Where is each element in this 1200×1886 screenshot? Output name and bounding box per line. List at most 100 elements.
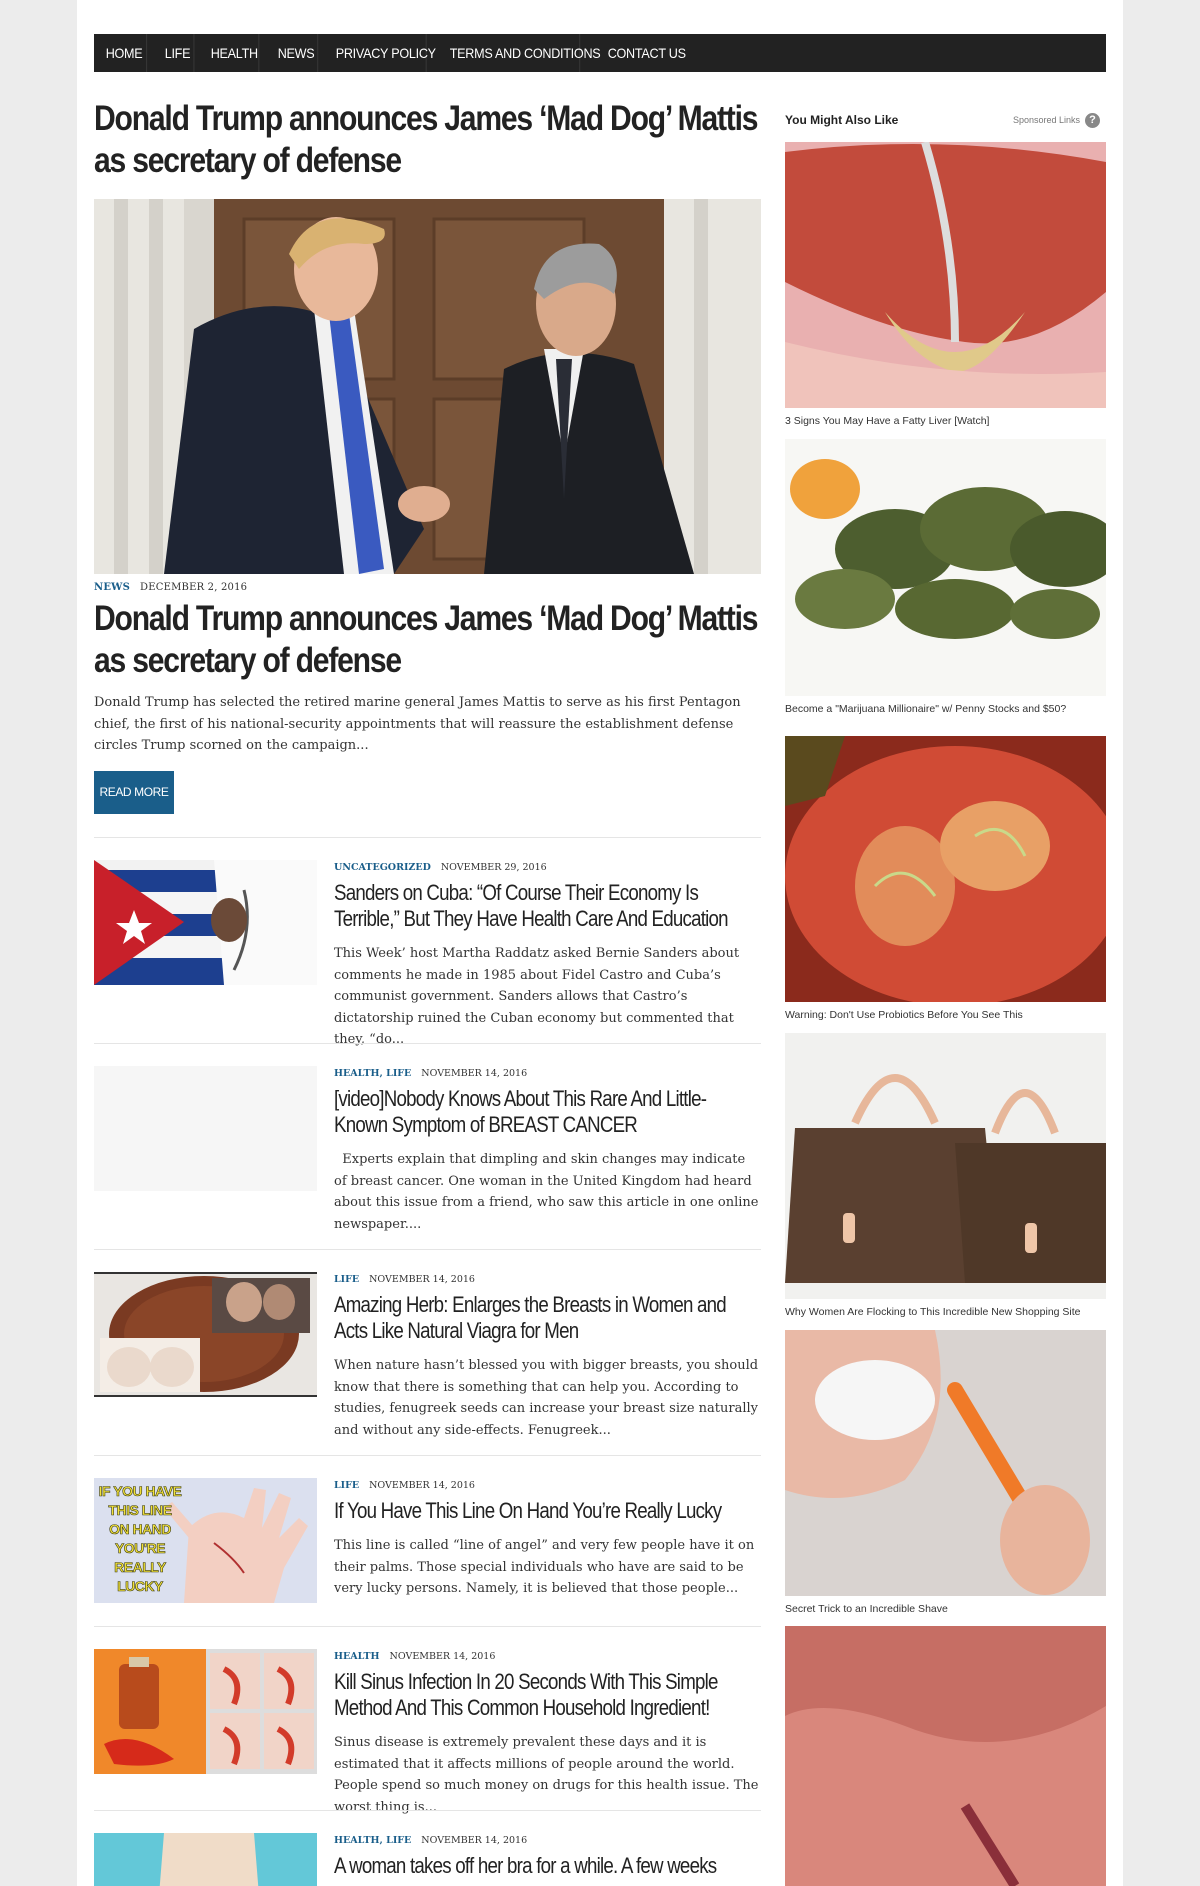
- palm-text-line: ON HAND: [109, 1521, 172, 1538]
- liver-image: [785, 142, 1106, 408]
- sponsored-ad[interactable]: Warning: Don't Use Probiotics Before You…: [785, 736, 1106, 1021]
- post-category[interactable]: HEALTH, LIFE: [334, 1835, 411, 1846]
- post-thumbnail[interactable]: [94, 860, 317, 985]
- post-category[interactable]: HEALTH, LIFE: [334, 1068, 411, 1079]
- list-item: HEALTH NOVEMBER 14, 2016 Kill Sinus Infec…: [94, 1649, 761, 1829]
- sponsored-ad[interactable]: 3 Signs You May Have a Fatty Liver [Watc…: [785, 142, 1106, 427]
- ad-image[interactable]: [785, 1033, 1106, 1299]
- post-title[interactable]: Kill Sinus Infection In 20 Seconds With …: [334, 1669, 759, 1721]
- post-category[interactable]: UNCATEGORIZED: [334, 862, 431, 873]
- post-excerpt: When nature hasn’t blessed you with bigg…: [334, 1358, 759, 1438]
- page: HOME LIFE HEALTH NEWS PRIVACY POLICY TER…: [77, 0, 1123, 1886]
- sponsored-ad[interactable]: Why Women Are Flocking to This Incredibl…: [785, 1033, 1106, 1318]
- tomato-image: [785, 736, 1106, 1002]
- nav-terms[interactable]: TERMS AND CONDITIONS: [438, 34, 601, 72]
- post-excerpt: Experts explain that dimpling and skin c…: [334, 1152, 763, 1232]
- nav-news[interactable]: NEWS: [266, 34, 319, 72]
- post-meta: HEALTH NOVEMBER 14, 2016: [334, 1651, 495, 1662]
- sponsored-ad[interactable]: Become a "Marijuana Millionaire" w/ Penn…: [785, 439, 1106, 715]
- article-title[interactable]: Donald Trump announces James ‘Mad Dog’ M…: [94, 598, 761, 682]
- page-title: Donald Trump announces James ‘Mad Dog’ M…: [94, 99, 759, 180]
- ad-caption[interactable]: Warning: Don't Use Probiotics Before You…: [785, 1009, 1106, 1021]
- skin-closeup-image: [785, 1626, 1106, 1886]
- cuba-flag-doctor-image: [94, 860, 317, 985]
- post-meta: HEALTH, LIFE NOVEMBER 14, 2016: [334, 1068, 527, 1079]
- article-category[interactable]: NEWS: [94, 582, 130, 593]
- sponsored-links-label[interactable]: Sponsored Links: [1013, 115, 1080, 125]
- featured-image-graphic: [94, 199, 761, 574]
- post-meta: LIFE NOVEMBER 14, 2016: [334, 1480, 475, 1491]
- list-item: HEALTH, LIFE NOVEMBER 14, 2016 [video]Nob…: [94, 1066, 761, 1246]
- divider: [94, 1249, 761, 1250]
- post-thumbnail[interactable]: [94, 1066, 317, 1191]
- post-date: NOVEMBER 14, 2016: [369, 1480, 475, 1491]
- shaving-image: [785, 1330, 1106, 1596]
- list-item: UNCATEGORIZED NOVEMBER 29, 2016 Sanders o…: [94, 860, 761, 1047]
- post-excerpt: Sinus disease is extremely prevalent the…: [334, 1735, 759, 1815]
- sponsored-ad[interactable]: Secret Trick to an Incredible Shave: [785, 1330, 1106, 1615]
- nav-life[interactable]: LIFE: [153, 34, 195, 72]
- ad-caption[interactable]: Secret Trick to an Incredible Shave: [785, 1603, 1106, 1615]
- post-title[interactable]: A woman takes off her bra for a while. A…: [334, 1853, 759, 1879]
- ad-caption[interactable]: 3 Signs You May Have a Fatty Liver [Watc…: [785, 415, 1106, 427]
- post-title[interactable]: Amazing Herb: Enlarges the Breasts in Wo…: [334, 1292, 759, 1344]
- post-thumbnail[interactable]: IF YOU HAVE THIS LINE ON HAND YOU'RE REA…: [94, 1478, 317, 1603]
- palm-text-line: LUCKY: [117, 1578, 164, 1595]
- main-nav: HOME LIFE HEALTH NEWS PRIVACY POLICY TER…: [94, 34, 1106, 72]
- ad-image[interactable]: [785, 1626, 1106, 1886]
- ad-image[interactable]: [785, 142, 1106, 408]
- post-meta: HEALTH, LIFE NOVEMBER 14, 2016: [334, 1835, 527, 1846]
- post-thumbnail[interactable]: [94, 1272, 317, 1397]
- list-item: IF YOU HAVE THIS LINE ON HAND YOU'RE REA…: [94, 1478, 761, 1658]
- post-title[interactable]: If You Have This Line On Hand You’re Rea…: [334, 1498, 759, 1524]
- ad-image[interactable]: [785, 1330, 1106, 1596]
- sidebar-heading: You Might Also Like: [785, 113, 899, 127]
- post-category[interactable]: HEALTH: [334, 1651, 380, 1662]
- post-date: NOVEMBER 14, 2016: [421, 1835, 528, 1846]
- nav-health[interactable]: HEALTH: [199, 34, 260, 72]
- article-meta: NEWS DECEMBER 2, 2016: [94, 582, 247, 593]
- nav-contact[interactable]: CONTACT US: [596, 34, 695, 72]
- post-title[interactable]: [video]Nobody Knows About This Rare And …: [334, 1086, 759, 1138]
- list-item: HEALTH, LIFE NOVEMBER 14, 2016 A woman ta…: [94, 1833, 761, 1886]
- divider: [94, 1626, 761, 1627]
- palm-overlay-text: IF YOU HAVE THIS LINE ON HAND YOU'RE REA…: [94, 1482, 186, 1596]
- herb-image: [94, 1272, 317, 1397]
- ad-caption[interactable]: Become a "Marijuana Millionaire" w/ Penn…: [785, 703, 1106, 715]
- sinus-remedy-image: [94, 1649, 317, 1774]
- nav-privacy-policy[interactable]: PRIVACY POLICY: [324, 34, 436, 72]
- handbags-image: [785, 1033, 1106, 1299]
- sponsored-ad[interactable]: [785, 1626, 1106, 1886]
- divider: [94, 1043, 761, 1044]
- woman-image: [94, 1833, 317, 1886]
- read-more-button[interactable]: READ MORE: [94, 771, 174, 814]
- article-excerpt: Donald Trump has selected the retired ma…: [94, 695, 741, 753]
- post-category[interactable]: LIFE: [334, 1274, 359, 1285]
- divider: [94, 1810, 761, 1811]
- post-date: NOVEMBER 14, 2016: [369, 1274, 475, 1285]
- post-meta: LIFE NOVEMBER 14, 2016: [334, 1274, 475, 1285]
- post-date: NOVEMBER 29, 2016: [440, 862, 547, 873]
- ad-image[interactable]: [785, 736, 1106, 1002]
- divider: [94, 1455, 761, 1456]
- post-thumbnail[interactable]: [94, 1833, 317, 1886]
- post-meta: UNCATEGORIZED NOVEMBER 29, 2016: [334, 862, 547, 873]
- post-excerpt: This line is called “line of angel” and …: [334, 1538, 755, 1596]
- post-category[interactable]: LIFE: [334, 1480, 359, 1491]
- ad-caption[interactable]: Why Women Are Flocking to This Incredibl…: [785, 1306, 1106, 1318]
- post-excerpt: This Week’ host Martha Raddatz asked Ber…: [334, 946, 740, 1047]
- post-thumbnail[interactable]: [94, 1649, 317, 1774]
- help-icon[interactable]: ?: [1085, 113, 1100, 128]
- palm-text-line: IF YOU HAVE: [98, 1483, 182, 1500]
- post-date: NOVEMBER 14, 2016: [421, 1068, 528, 1079]
- marijuana-image: [785, 439, 1106, 696]
- palm-text-line: REALLY: [114, 1559, 167, 1576]
- post-title[interactable]: Sanders on Cuba: “Of Course Their Econom…: [334, 880, 759, 932]
- nav-home[interactable]: HOME: [94, 34, 148, 72]
- featured-image[interactable]: [94, 199, 761, 574]
- post-date: NOVEMBER 14, 2016: [389, 1651, 496, 1662]
- ad-image[interactable]: [785, 439, 1106, 696]
- palm-text-line: YOU'RE: [114, 1540, 166, 1557]
- article-date: DECEMBER 2, 2016: [140, 582, 248, 593]
- palm-text-line: THIS LINE: [108, 1502, 172, 1519]
